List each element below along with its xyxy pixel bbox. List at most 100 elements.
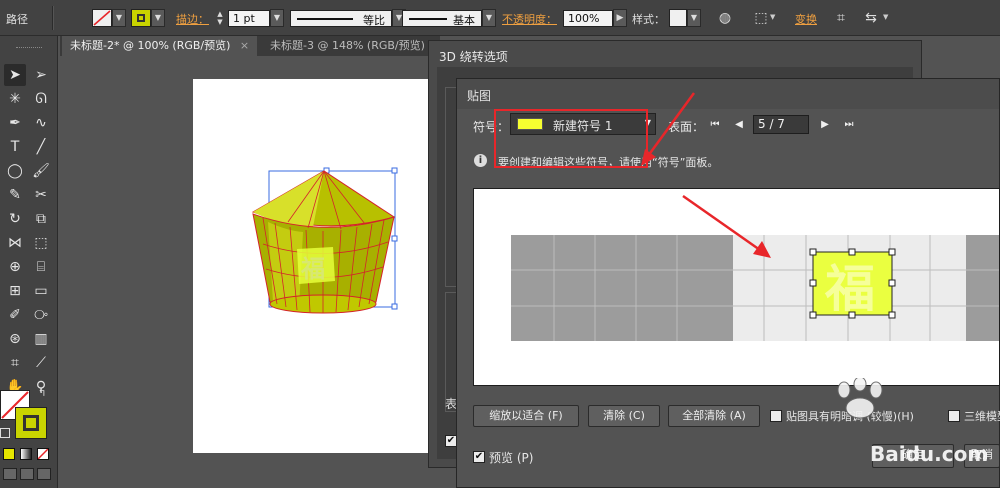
blend-tool-icon[interactable]: ⧂	[30, 304, 52, 326]
draw-inside-icon[interactable]	[37, 468, 51, 480]
fill-swatch-none[interactable]	[92, 9, 112, 27]
align-icon[interactable]: ⬚	[752, 9, 770, 27]
transform-label[interactable]: 变换	[795, 11, 817, 27]
close-icon[interactable]: ×	[240, 39, 249, 52]
invisible-geometry-checkbox[interactable]	[948, 410, 960, 422]
chevron-down-icon[interactable]: ▼	[645, 118, 651, 127]
variable-width-profile-select[interactable]: 等比	[290, 10, 392, 27]
scale-to-fit-button[interactable]: 缩放以适合 (F)	[473, 405, 579, 427]
slice-tool-icon[interactable]: ⟋	[30, 352, 52, 374]
perspective-grid-tool-icon[interactable]: ⌸	[30, 256, 52, 278]
line-tool-icon[interactable]: ╱	[30, 136, 52, 158]
chevron-down-icon[interactable]: ▼	[270, 9, 284, 27]
brush-definition-select[interactable]: 基本	[402, 10, 482, 27]
arrange-icon[interactable]: ⇆	[862, 9, 880, 27]
tab-document-2[interactable]: 未标题-2* @ 100% (RGB/预览) ×	[62, 36, 258, 56]
ellipse-tool-icon[interactable]: ◯	[4, 160, 26, 182]
scissors-tool-icon[interactable]: ✂	[30, 184, 52, 206]
pencil-tool-icon[interactable]: ✎	[4, 184, 26, 206]
dialog-titlebar[interactable]: 贴图	[457, 79, 999, 109]
3d-cup-artwork[interactable]: 福	[193, 79, 428, 453]
tab-label: 未标题-2* @ 100% (RGB/预览)	[70, 39, 231, 52]
toolbox: ➤ ➢ ✳ ᘏ ✒ ∿ T ╱ ◯ 🖌 ✎ ✂ ↻ ⧉ ⋈ ⬚ ⊕ ⌸ ⊞ ▭ …	[0, 36, 58, 488]
ok-button[interactable]: 确定	[872, 444, 954, 468]
direct-selection-tool-icon[interactable]: ➢	[30, 64, 52, 86]
profile-label: 等比	[363, 14, 385, 27]
opacity-label[interactable]: 不透明度：	[502, 11, 557, 27]
svg-text:福: 福	[300, 255, 325, 283]
eyedropper-tool-icon[interactable]: ✐	[4, 304, 26, 326]
divider	[52, 6, 54, 30]
last-surface-icon[interactable]: ⏭	[842, 116, 856, 134]
invisible-geometry-label: 三维模型不可见	[964, 410, 1000, 423]
style-label: 样式：	[632, 13, 665, 26]
scale-tool-icon[interactable]: ⧉	[30, 208, 52, 230]
previous-surface-icon[interactable]: ◀	[732, 116, 746, 134]
artboard[interactable]: 福	[193, 79, 428, 453]
symbol-value: 新建符号 1	[553, 119, 613, 133]
dialog-title: 3D 绕转选项	[439, 50, 508, 64]
map-preview[interactable]: 福	[473, 188, 1000, 386]
brush-label: 基本	[453, 14, 475, 27]
clear-button[interactable]: 清除 (C)	[588, 405, 660, 427]
chevron-right-icon[interactable]: ▶	[613, 9, 627, 27]
object-type-label: 路径	[6, 13, 28, 26]
draw-behind-icon[interactable]	[20, 468, 34, 480]
toolbox-grip[interactable]	[16, 47, 42, 49]
stepper-icon[interactable]: ▲ ▼	[214, 10, 226, 27]
free-transform-tool-icon[interactable]: ⬚	[30, 232, 52, 254]
control-bar: 路径 ▼ ▼ 描边： ▲ ▼ 1 pt ▼ 等比 ▼ 基本 ▼ 不透明度： 100…	[0, 0, 1000, 36]
chevron-down-icon[interactable]: ▼	[482, 9, 496, 27]
selection-tool-icon[interactable]: ➤	[4, 64, 26, 86]
stroke-label[interactable]: 描边：	[176, 11, 209, 27]
chevron-down-icon[interactable]: ▼	[687, 9, 701, 27]
magic-wand-tool-icon[interactable]: ✳	[4, 88, 26, 110]
chevron-down-icon[interactable]: ▼	[883, 13, 888, 21]
clear-all-button[interactable]: 全部清除 (A)	[668, 405, 760, 427]
symbol-sprayer-tool-icon[interactable]: ⊛	[4, 328, 26, 350]
tab-label: 未标题-3 @ 148% (RGB/预览)	[270, 39, 425, 52]
chevron-down-icon[interactable]: ▼	[112, 9, 126, 27]
stroke-indicator[interactable]	[15, 407, 47, 439]
rotate-tool-icon[interactable]: ↻	[4, 208, 26, 230]
svg-text:福: 福	[824, 260, 875, 318]
curvature-tool-icon[interactable]: ∿	[30, 112, 52, 134]
shade-artwork-label: 贴图具有明暗调 (较慢)(H)	[786, 410, 914, 423]
symbol-thumbnail	[517, 118, 543, 130]
none-mode-icon[interactable]	[37, 448, 49, 460]
width-tool-icon[interactable]: ⋈	[4, 232, 26, 254]
column-graph-tool-icon[interactable]: ▥	[30, 328, 52, 350]
gradient-mode-icon[interactable]	[20, 448, 32, 460]
symbol-select[interactable]: 新建符号 1 ▼	[510, 113, 656, 135]
stroke-weight-input[interactable]: 1 pt	[228, 10, 270, 27]
stroke-swatch[interactable]	[131, 9, 151, 27]
artboard-tool-icon[interactable]: ⌗	[4, 352, 26, 374]
pen-tool-icon[interactable]: ✒	[4, 112, 26, 134]
chevron-down-icon[interactable]: ▼	[770, 13, 775, 21]
recolor-artwork-icon[interactable]: ◍	[716, 9, 734, 27]
cancel-button[interactable]: 取消	[964, 444, 1000, 468]
lasso-tool-icon[interactable]: ᘏ	[30, 88, 52, 110]
preview-checkbox[interactable]: ✔	[473, 451, 485, 463]
opacity-input[interactable]: 100%	[563, 10, 613, 27]
surface-page-field[interactable]: 5 / 7	[753, 115, 809, 134]
draw-normal-icon[interactable]	[3, 468, 17, 480]
shape-builder-tool-icon[interactable]: ⊕	[4, 256, 26, 278]
info-icon: i	[474, 154, 487, 167]
symbol-label: 符号：	[473, 120, 510, 134]
first-surface-icon[interactable]: ⏮	[708, 116, 722, 134]
style-swatch[interactable]	[669, 9, 687, 27]
paintbrush-tool-icon[interactable]: 🖌	[30, 160, 52, 182]
dialog-title: 贴图	[467, 89, 492, 103]
mesh-tool-icon[interactable]: ⊞	[4, 280, 26, 302]
default-colors-icon[interactable]	[0, 428, 10, 438]
gradient-tool-icon[interactable]: ▭	[30, 280, 52, 302]
color-mode-icon[interactable]	[3, 448, 15, 460]
isolate-icon[interactable]: ⌗	[832, 9, 850, 27]
shade-artwork-checkbox[interactable]	[770, 410, 782, 422]
next-surface-icon[interactable]: ▶	[818, 116, 832, 134]
swap-fill-stroke-icon[interactable]: ↰	[38, 388, 46, 399]
chevron-down-icon[interactable]: ▼	[151, 9, 165, 27]
type-tool-icon[interactable]: T	[4, 136, 26, 158]
tab-document-3[interactable]: 未标题-3 @ 148% (RGB/预览)	[262, 36, 433, 56]
